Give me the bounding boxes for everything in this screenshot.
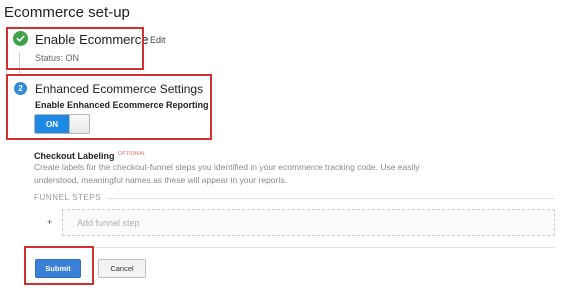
actions-divider (32, 247, 555, 248)
checkout-labeling-description: Create labels for the checkout-funnel st… (34, 162, 420, 185)
page-title: Ecommerce set-up (4, 4, 130, 21)
highlight-box-enable-ecommerce (6, 27, 144, 70)
cancel-button[interactable]: Cancel (98, 259, 146, 278)
edit-link[interactable]: Edit (150, 35, 166, 45)
plus-icon[interactable]: + (47, 217, 52, 227)
optional-tag: OPTIONAL (118, 151, 146, 157)
add-funnel-step-placeholder: Add funnel step (77, 218, 140, 228)
highlight-box-enhanced-settings (6, 74, 212, 140)
checkout-labeling-title: Checkout Labeling (34, 151, 115, 161)
highlight-box-submit (24, 246, 94, 285)
add-funnel-step-field[interactable]: Add funnel step (62, 209, 555, 236)
funnel-steps-label: FUNNEL STEPS (34, 193, 102, 202)
funnel-steps-divider (107, 198, 555, 199)
